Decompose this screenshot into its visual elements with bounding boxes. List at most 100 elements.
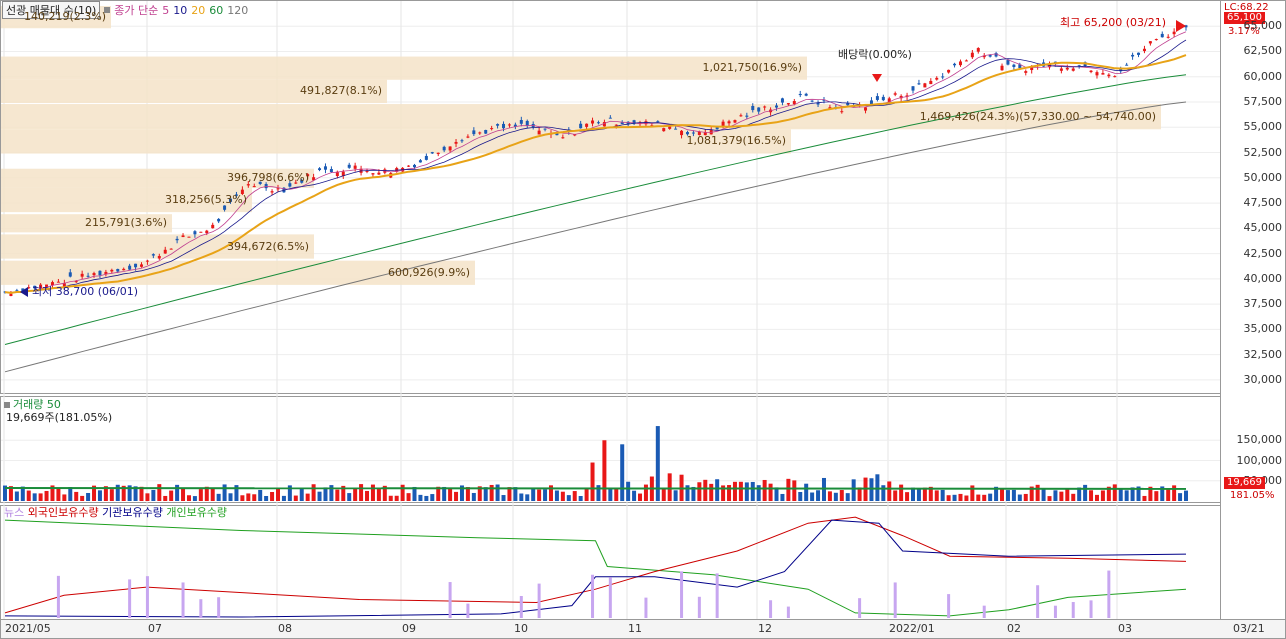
volume-profile-label: 491,827(8.1%): [299, 84, 382, 98]
news-bar: [537, 583, 541, 618]
volume-profile-label: 394,672(6.5%): [226, 239, 309, 253]
individual-label[interactable]: 개인보유수량: [166, 506, 227, 519]
candle-body: [478, 132, 482, 134]
volume-bar: [703, 479, 708, 501]
candle-body: [365, 170, 369, 172]
candle-body: [430, 152, 434, 154]
candle-body: [715, 127, 719, 130]
volume-bar: [281, 495, 286, 501]
candle-body: [151, 254, 155, 256]
candle-body: [1166, 36, 1170, 38]
volume-bar: [727, 485, 732, 501]
volume-bar: [638, 493, 643, 501]
news-bar: [199, 599, 203, 618]
volume-bar: [525, 494, 530, 501]
volume-bar: [1142, 495, 1147, 501]
candle-body: [9, 293, 13, 296]
candle-body: [80, 273, 84, 277]
ma-type-label[interactable]: 종가 단순: [114, 2, 158, 18]
candle-body: [252, 186, 256, 188]
foreign-label[interactable]: 외국인보유수량: [28, 506, 99, 519]
volume-period: 50: [46, 398, 61, 411]
volume-bar: [181, 488, 186, 501]
price-tick-label: 57,500: [1243, 95, 1283, 109]
volume-bar: [1178, 493, 1183, 501]
candle-body: [727, 121, 731, 124]
candle-body: [418, 160, 422, 163]
volume-bar: [1118, 488, 1123, 501]
news-label[interactable]: 뉴스: [4, 506, 24, 519]
candle-body: [614, 124, 618, 126]
volume-bar: [1053, 490, 1058, 501]
volume-bar: [1112, 484, 1117, 501]
volume-bar: [1071, 493, 1076, 501]
candle-body: [490, 128, 494, 130]
candle-body: [169, 248, 173, 250]
date-tick-label: 2022/01: [889, 622, 935, 635]
candle-body: [134, 263, 138, 268]
volume-bar: [347, 493, 352, 501]
candle-body: [976, 48, 980, 52]
candle-body: [1077, 65, 1081, 67]
volume-bar: [1023, 493, 1028, 501]
candle-body: [181, 235, 185, 238]
candle-body: [92, 273, 96, 276]
price-tick-label: 52,500: [1243, 145, 1283, 159]
volume-profile-label: 1,081,379(16.5%): [686, 134, 786, 148]
candle-body: [911, 86, 915, 91]
candle-body: [840, 111, 844, 113]
stock-chart[interactable]: [0, 0, 1286, 639]
price-tick-label: 40,000: [1243, 271, 1283, 285]
candle-body: [1095, 72, 1099, 76]
candle-body: [810, 100, 814, 102]
candle-body: [751, 105, 755, 111]
price-tick-label: 45,000: [1243, 221, 1283, 235]
date-tick-label: 10: [514, 622, 528, 635]
candle-body: [1065, 67, 1069, 70]
candle-body: [1148, 41, 1152, 44]
volume-bar: [584, 489, 589, 501]
candle-body: [620, 122, 624, 124]
news-bar: [519, 595, 523, 618]
candle-body: [276, 188, 280, 190]
volume-bar: [810, 492, 815, 501]
volume-bar: [566, 495, 571, 501]
volume-bar: [275, 487, 280, 501]
news-bar: [1089, 600, 1093, 618]
volume-bar: [590, 462, 595, 501]
candle-body: [436, 152, 440, 155]
candle-body: [466, 136, 470, 138]
candle-body: [139, 264, 143, 267]
volume-bar: [430, 494, 435, 501]
volume-bar: [750, 481, 755, 501]
date-tick-label: 09: [402, 622, 416, 635]
candle-body: [525, 120, 529, 126]
candle-body: [205, 230, 209, 234]
price-tick-label: 35,000: [1243, 322, 1283, 336]
institution-label[interactable]: 기관보유수량: [102, 506, 163, 519]
candle-body: [145, 260, 149, 262]
date-tick-label: 02: [1007, 622, 1021, 635]
candle-body: [608, 117, 612, 119]
candle-body: [662, 128, 666, 132]
candle-body: [1101, 73, 1105, 75]
candle-body: [786, 103, 790, 105]
candle-body: [1137, 52, 1141, 55]
volume-bar: [620, 444, 625, 501]
volume-bar: [667, 473, 672, 501]
candle-body: [964, 60, 968, 62]
candle-body: [875, 96, 879, 100]
volume-title-text[interactable]: 거래량: [13, 398, 43, 411]
price-tick-label: 65,000: [1243, 19, 1283, 33]
volume-bar: [1065, 489, 1070, 501]
candle-body: [733, 120, 737, 123]
date-axis: [0, 619, 1286, 639]
volume-bar: [240, 495, 245, 501]
volume-bar: [97, 490, 102, 501]
volume-bar: [827, 491, 832, 501]
candle-body: [217, 218, 221, 222]
candle-body: [371, 173, 375, 175]
volume-bar: [62, 494, 67, 501]
candle-body: [442, 146, 446, 151]
date-tick-label: 03/21: [1233, 622, 1265, 635]
